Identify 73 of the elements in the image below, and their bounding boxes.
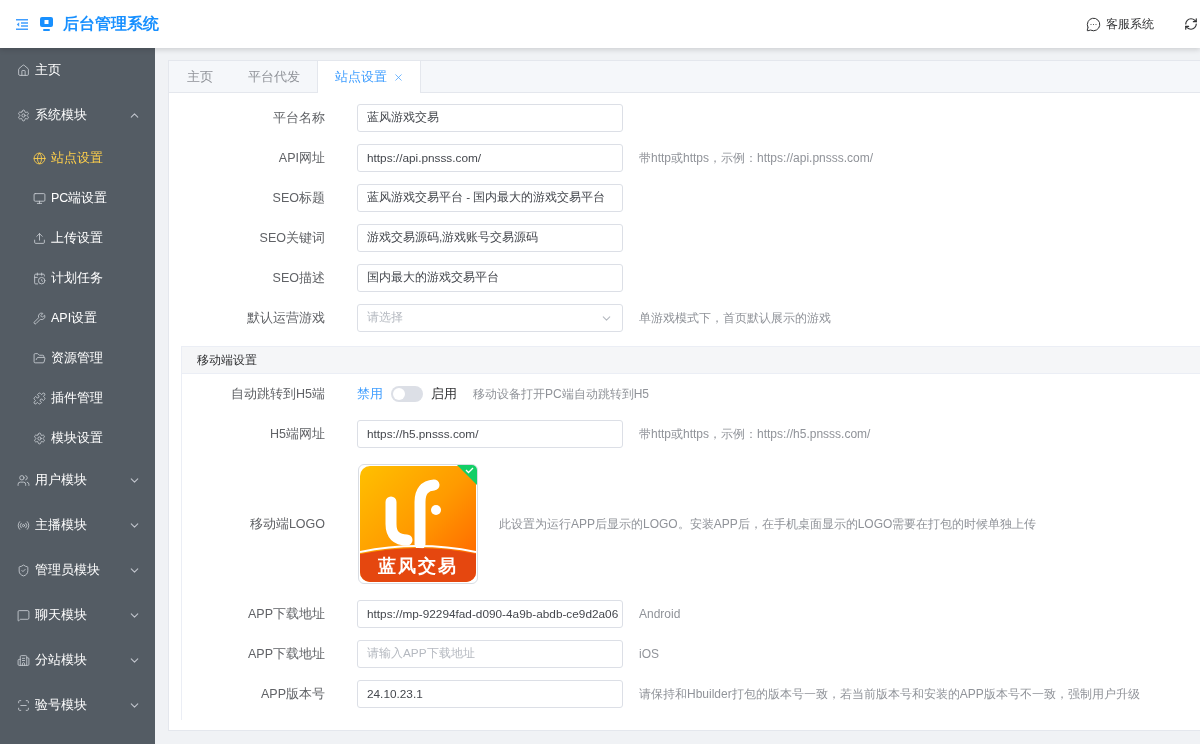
menu-item[interactable]: 模块设置 [0, 418, 155, 458]
broadcast-icon [17, 519, 30, 532]
field-label: H5端网址 [269, 425, 325, 443]
upload-icon [33, 231, 46, 245]
menu-item[interactable]: 上传设置 [0, 218, 155, 258]
users-icon [17, 474, 30, 487]
building-icon [17, 654, 30, 667]
menu-item[interactable]: 资源管理 [0, 338, 155, 378]
field-label: 默认运营游戏 [246, 309, 325, 327]
menu-group[interactable]: 验号模块 [0, 683, 155, 728]
field-label: SEO描述 [271, 269, 325, 287]
menu-group[interactable]: 主播模块 [0, 503, 155, 548]
input-field[interactable]: 24.10.23.1 [357, 680, 623, 708]
menu-group[interactable]: 管理员模块 [0, 548, 155, 593]
help-text: 单游戏模式下，首页默认展示的游戏 [639, 309, 831, 327]
menu-group[interactable]: 分站模块 [0, 638, 155, 683]
field-label: SEO关键词 [258, 229, 325, 247]
customer-service-link[interactable]: 客服系统 [1086, 15, 1154, 33]
calendar-clock-icon [33, 271, 46, 285]
help-text: 带http或https，示例：https://h5.pnsss.com/ [639, 425, 871, 443]
logo-upload-frame[interactable]: 蓝风交易 [358, 464, 478, 584]
field-label: APP版本号 [260, 685, 325, 703]
menu-item[interactable]: API设置 [0, 298, 155, 338]
folder-icon [33, 351, 46, 365]
home-icon [17, 64, 30, 77]
puzzle-icon [33, 391, 46, 405]
field-label: API网址 [277, 149, 325, 167]
logo-caption: 蓝风交易 [378, 556, 458, 576]
menu-item[interactable]: 站点设置 [0, 138, 155, 178]
wrench-icon [33, 311, 46, 325]
input-field[interactable]: 蓝风游戏交易平台 - 国内最大的游戏交易平台 [357, 184, 623, 212]
help-text: Android [639, 607, 681, 621]
chat-bubble-icon [17, 609, 30, 622]
input-field[interactable]: 蓝风游戏交易 [357, 104, 623, 132]
scan-icon [17, 699, 30, 712]
refresh-icon[interactable] [1184, 17, 1198, 31]
gear-icon [17, 109, 30, 122]
field-label: APP下载地址 [247, 645, 325, 663]
shield-icon [17, 564, 30, 577]
help-text: 请保持和Hbuilder打包的版本号一致，若当前版本号和安装的APP版本号不一致，强制用户升级 [639, 685, 1140, 703]
input-field[interactable]: https://h5.pnsss.com/ [357, 420, 623, 448]
menu-item[interactable]: 主页 [0, 48, 155, 93]
menu-item[interactable]: 计划任务 [0, 258, 155, 298]
input-field[interactable]: https://api.pnsss.com/ [357, 144, 623, 172]
input-field[interactable]: https://mp-92294fad-d090-4a9b-abdb-ce9d2a06 [357, 600, 623, 628]
help-text: iOS [639, 647, 659, 661]
field-label: 移动端LOGO [248, 515, 325, 533]
app-title: 后台管理系统 [63, 13, 159, 34]
monitor-icon [33, 191, 46, 205]
menu-group[interactable]: 聊天模块 [0, 593, 155, 638]
help-text: 此设置为运行APP后显示的LOGO。安装APP后，在手机桌面显示的LOGO需要在打包的时候单独上传 [499, 515, 1037, 533]
input-field[interactable]: 国内最大的游戏交易平台 [357, 264, 623, 292]
menu-group[interactable]: 系统模块 [0, 93, 155, 138]
help-text: 移动设备打开PC端自动跳转到H5 [473, 385, 649, 403]
globe-icon [33, 151, 46, 165]
panel-title: 移动端设置 [182, 347, 1200, 374]
field-label: SEO标题 [271, 189, 325, 207]
switch-on-label[interactable]: 启用 [431, 385, 457, 403]
menu-fold-icon[interactable] [16, 18, 28, 30]
toggle-switch[interactable] [391, 386, 423, 402]
menu-group[interactable]: 用户模块 [0, 458, 155, 503]
screen-logo-icon [40, 17, 53, 31]
close-icon[interactable] [393, 71, 404, 83]
menu-item[interactable]: PC端设置 [0, 178, 155, 218]
field-label: 自动跳转到H5端 [230, 385, 325, 403]
gear-icon [33, 431, 46, 445]
field-label: APP下载地址 [247, 605, 325, 623]
help-text: 带http或https，示例：https://api.pnsss.com/ [639, 149, 874, 167]
logo-symbol-drawing [385, 479, 441, 550]
field-label: 平台名称 [272, 109, 325, 127]
input-field[interactable]: 游戏交易源码,游戏账号交易源码 [357, 224, 623, 252]
chat-icon [1086, 16, 1101, 32]
menu-item[interactable]: 插件管理 [0, 378, 155, 418]
